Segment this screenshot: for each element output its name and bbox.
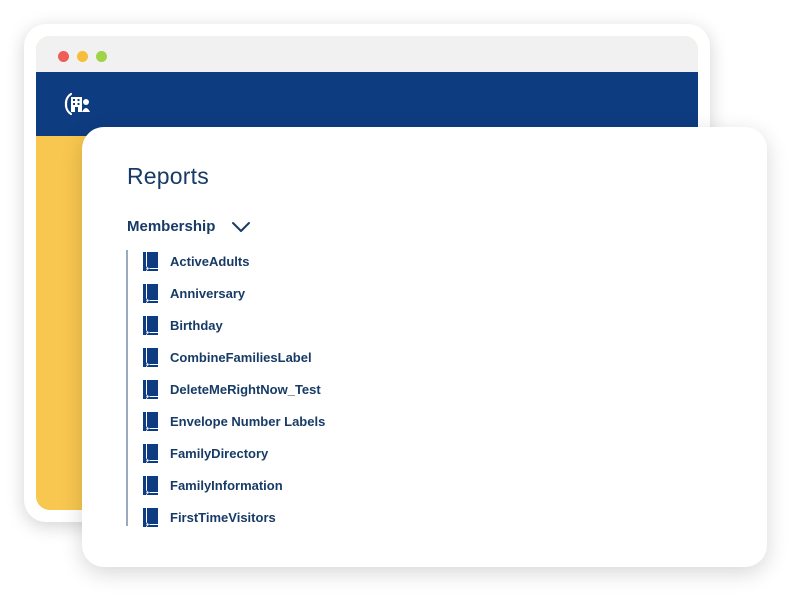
report-label: Anniversary [170,285,246,301]
maximize-window-button[interactable] [96,51,107,62]
report-item[interactable]: DeleteMeRightNow_Test [143,378,321,400]
membership-section-toggle[interactable]: Membership [127,218,251,235]
report-label: Envelope Number Labels [170,413,326,429]
book-icon [143,379,158,399]
report-item[interactable]: FamilyInformation [143,474,283,496]
report-label: Birthday [170,317,223,333]
report-item[interactable]: Birthday [143,314,223,336]
window-titlebar [36,36,698,72]
book-icon [143,411,158,431]
report-label: FamilyInformation [170,477,283,493]
report-label: ActiveAdults [170,253,250,269]
chevron-down-icon[interactable] [231,221,251,233]
page-title: Reports [127,163,209,189]
screenshot-stage: Reports Membership ActiveAdults Annivers… [0,0,795,599]
book-icon [143,283,158,303]
church-building-icon[interactable] [62,89,92,119]
report-item[interactable]: ActiveAdults [143,250,249,272]
book-icon [143,507,158,527]
report-item[interactable]: Envelope Number Labels [143,410,325,432]
report-label: FirstTimeVisitors [170,509,276,525]
book-icon [143,315,158,335]
book-icon [143,347,158,367]
report-label: CombineFamiliesLabel [170,349,312,365]
reports-panel: Reports Membership ActiveAdults Annivers… [82,127,767,567]
book-icon [143,251,158,271]
report-list: ActiveAdults Anniversary Birthday Combin… [126,250,488,528]
minimize-window-button[interactable] [77,51,88,62]
report-label: DeleteMeRightNow_Test [170,381,321,397]
book-icon [143,475,158,495]
report-item[interactable]: FamilyDirectory [143,442,268,464]
report-item[interactable]: Anniversary [143,282,245,304]
report-label: FamilyDirectory [170,445,269,461]
report-item[interactable]: CombineFamiliesLabel [143,346,312,368]
close-window-button[interactable] [58,51,69,62]
section-label: Membership [127,218,216,235]
report-item[interactable]: FirstTimeVisitors [143,506,276,528]
book-icon [143,443,158,463]
